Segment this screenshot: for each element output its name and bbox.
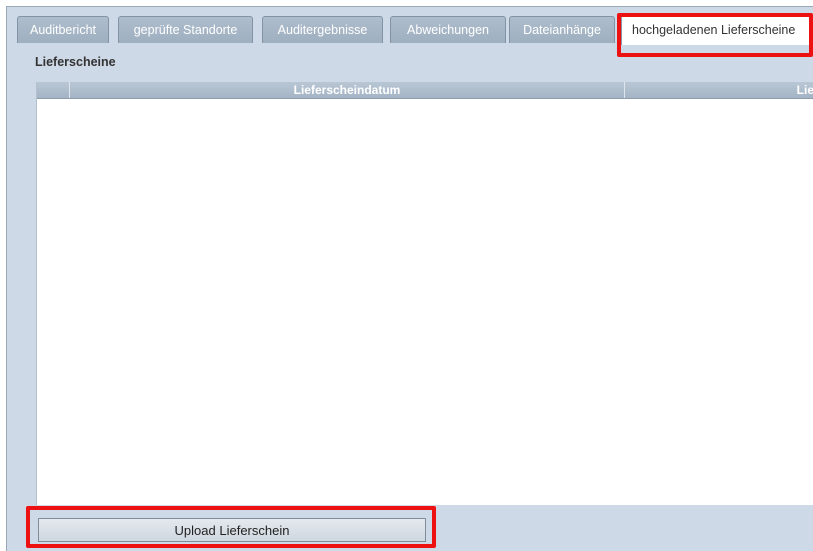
grid-column-select[interactable] xyxy=(37,82,69,98)
tab-label: hochgeladenen Lieferscheine xyxy=(632,23,796,37)
column-label: Lie xyxy=(796,83,813,97)
upload-button-label: Upload Lieferschein xyxy=(174,522,290,538)
tab-auditergebnisse[interactable]: Auditergebnisse xyxy=(262,16,383,43)
lieferscheine-grid: Lieferscheindatum Lie xyxy=(36,82,813,505)
tab-hochgeladenen-lieferscheine[interactable]: hochgeladenen Lieferscheine xyxy=(621,14,813,45)
tab-auditbericht[interactable]: Auditbericht xyxy=(17,16,109,43)
tab-label: Dateianhänge xyxy=(523,23,601,37)
tab-dateianhaenge[interactable]: Dateianhänge xyxy=(509,16,615,43)
tab-label: Auditergebnisse xyxy=(277,23,368,37)
grid-header: Lieferscheindatum Lie xyxy=(37,82,813,99)
grid-column-lieferscheindatum[interactable]: Lieferscheindatum xyxy=(69,82,624,98)
grid-column-lieferschein[interactable]: Lie xyxy=(624,82,813,98)
tab-label: Abweichungen xyxy=(406,23,489,37)
section-title: Lieferscheine xyxy=(35,55,116,69)
tab-abweichungen[interactable]: Abweichungen xyxy=(390,16,506,43)
tab-gepruefte-standorte[interactable]: geprüfte Standorte xyxy=(118,16,253,43)
column-label: Lieferscheindatum xyxy=(293,83,401,97)
tab-label: geprüfte Standorte xyxy=(133,23,238,37)
tab-strip: Auditbericht geprüfte Standorte Auditerg… xyxy=(10,10,813,46)
tab-label: Auditbericht xyxy=(29,23,96,37)
upload-lieferschein-button[interactable]: Upload Lieferschein xyxy=(38,518,426,542)
